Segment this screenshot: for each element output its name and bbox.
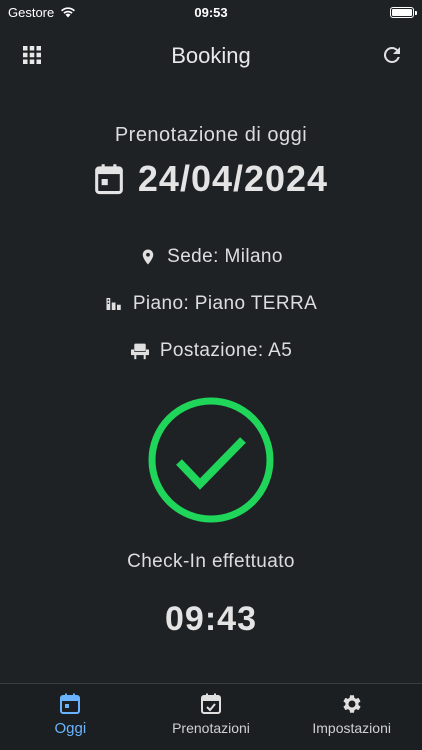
app-header: Booking: [0, 34, 422, 78]
gear-icon: [343, 695, 361, 713]
clock: 09:53: [194, 4, 228, 20]
tab-prenotazioni[interactable]: Prenotazioni: [141, 684, 282, 750]
booking-date: 24/04/2024: [137, 158, 329, 199]
wifi-icon: [61, 7, 76, 18]
battery-icon: [390, 6, 417, 18]
sede-row: Sede: Milano: [0, 246, 422, 268]
page-title: Booking: [171, 43, 251, 68]
piano-row: Piano: Piano TERRA: [0, 293, 422, 315]
tab-prenotazioni-label: Prenotazioni: [172, 720, 250, 736]
tab-impostazioni[interactable]: Impostazioni: [281, 684, 422, 750]
chair-icon: [130, 343, 149, 360]
postazione-label: Postazione: A5: [159, 340, 293, 361]
status-bar: Gestore 09:53: [0, 0, 422, 24]
status-left: Gestore: [8, 5, 76, 20]
tab-bar: Oggi Prenotazioni Impostazioni: [0, 683, 422, 750]
calendar-check-icon: [201, 693, 221, 714]
booking-date-row: 24/04/2024: [0, 158, 422, 200]
check-success-icon: [148, 397, 274, 523]
refresh-icon[interactable]: [380, 43, 404, 67]
location-pin-icon: [142, 249, 154, 265]
checkin-time: 09:43: [165, 600, 257, 638]
calendar-icon: [95, 164, 123, 195]
tab-oggi-label: Oggi: [54, 720, 87, 737]
building-floor-icon: [106, 298, 121, 310]
piano-label: Piano: Piano TERRA: [132, 293, 318, 314]
booking-subtitle: Prenotazione di oggi: [114, 124, 308, 146]
apps-grid-icon[interactable]: [22, 45, 42, 65]
tab-impostazioni-label: Impostazioni: [312, 720, 391, 736]
sede-label: Sede: Milano: [167, 246, 283, 267]
postazione-row: Postazione: A5: [0, 340, 422, 362]
tab-oggi[interactable]: Oggi: [0, 684, 141, 750]
checkin-status: Check-In effettuato: [127, 551, 295, 572]
calendar-today-icon: [60, 693, 81, 714]
carrier-label: Gestore: [8, 4, 55, 20]
